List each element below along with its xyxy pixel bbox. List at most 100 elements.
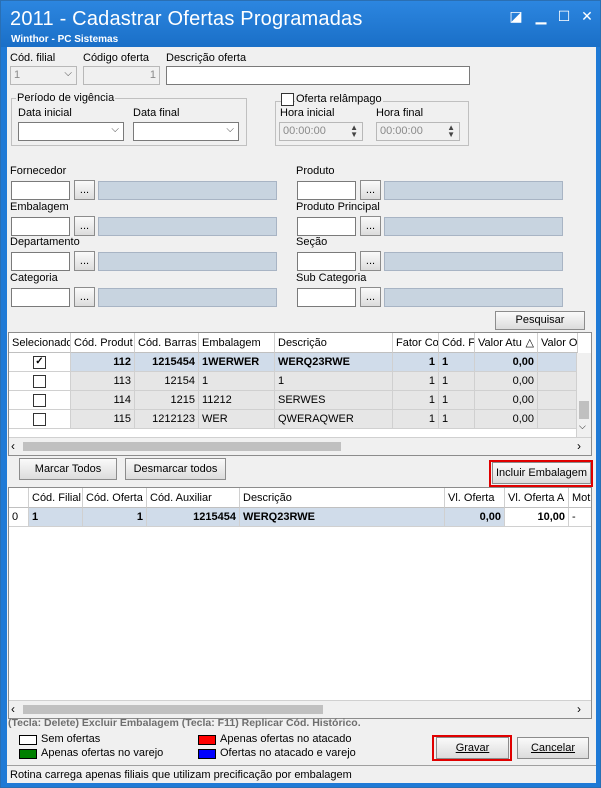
embalagem-code-input[interactable] bbox=[11, 217, 70, 236]
sub-categoria-code-input[interactable] bbox=[297, 288, 356, 307]
produto-browse-button[interactable]: ... bbox=[360, 180, 381, 200]
minimize-icon[interactable]: ▁ bbox=[531, 7, 551, 25]
horizontal-scrollbar[interactable]: ‹ › bbox=[9, 437, 591, 455]
row-select-checkbox[interactable] bbox=[33, 394, 46, 407]
cell-valor-oferta bbox=[538, 391, 578, 410]
cell-embalagem: 1 bbox=[199, 372, 275, 391]
chevron-down-icon: ⌵ bbox=[226, 124, 234, 135]
main-window: 2011 - Cadastrar Ofertas Programadas Win… bbox=[0, 0, 601, 788]
fornecedor-label: Fornecedor bbox=[10, 165, 67, 177]
col-header[interactable]: Embalagem bbox=[199, 333, 275, 353]
secao-browse-button[interactable]: ... bbox=[360, 251, 381, 271]
cell-valor-oferta bbox=[538, 372, 578, 391]
produto-description bbox=[384, 181, 563, 200]
marcar-todos-button[interactable]: Marcar Todos bbox=[19, 458, 117, 480]
produto-code-input[interactable] bbox=[297, 181, 356, 200]
data-inicial-picker[interactable]: ⌵ bbox=[18, 122, 124, 141]
categoria-code-input[interactable] bbox=[11, 288, 70, 307]
desmarcar-todos-button[interactable]: Desmarcar todos bbox=[125, 458, 226, 480]
maximize-icon[interactable]: ☐ bbox=[554, 7, 574, 25]
hora-final-value: 00:00:00 bbox=[380, 125, 423, 137]
col-header[interactable]: Fator Co bbox=[393, 333, 439, 353]
close-icon[interactable]: ✕ bbox=[577, 7, 597, 25]
cod-filial-select[interactable]: 1 ⌵ bbox=[10, 66, 77, 85]
pesquisar-button[interactable]: Pesquisar bbox=[495, 311, 585, 330]
secao-code-input[interactable] bbox=[297, 252, 356, 271]
cell-fator: 1 bbox=[393, 353, 439, 372]
col-header[interactable]: Descrição bbox=[240, 488, 445, 508]
row-select-checkbox[interactable]: ✓ bbox=[33, 356, 46, 369]
cell-vl-oferta-atacado: 10,00 bbox=[505, 508, 569, 527]
cell-valor-oferta bbox=[538, 353, 578, 372]
window-subtitle: Winthor - PC Sistemas bbox=[11, 34, 119, 45]
cell-cod-f: 1 bbox=[439, 372, 475, 391]
col-header[interactable]: Cód. Filial bbox=[29, 488, 83, 508]
col-header[interactable]: Cód. Produt bbox=[71, 333, 135, 353]
cell-descricao: SERWES bbox=[275, 391, 393, 410]
col-header[interactable]: Vl. Oferta bbox=[445, 488, 505, 508]
restore-icon[interactable]: ◪ bbox=[506, 7, 526, 25]
legend-label: Sem ofertas bbox=[41, 733, 101, 745]
vertical-scroll-thumb[interactable] bbox=[579, 401, 589, 419]
produto-principal-code-input[interactable] bbox=[297, 217, 356, 236]
row-index: 0 bbox=[9, 508, 29, 527]
produto-principal-browse-button[interactable]: ... bbox=[360, 216, 381, 236]
sub-categoria-browse-button[interactable]: ... bbox=[360, 287, 381, 307]
departamento-code-input[interactable] bbox=[11, 252, 70, 271]
oferta-relampago-checkbox[interactable] bbox=[281, 93, 294, 106]
cancelar-button[interactable]: Cancelar bbox=[517, 737, 589, 759]
col-header[interactable]: Cód. Auxiliar bbox=[147, 488, 240, 508]
cell-valor-atual: 0,00 bbox=[475, 353, 538, 372]
categoria-description bbox=[98, 288, 277, 307]
col-header[interactable]: Cód. Oferta bbox=[83, 488, 147, 508]
row-select-checkbox[interactable] bbox=[33, 413, 46, 426]
hora-final-input[interactable]: 00:00:00 ▲ ▼ bbox=[376, 122, 460, 141]
fornecedor-browse-button[interactable]: ... bbox=[74, 180, 95, 200]
chevron-down-icon[interactable]: ⌵ bbox=[579, 421, 586, 432]
departamento-description bbox=[98, 252, 277, 271]
chevron-down-icon: ⌵ bbox=[111, 124, 119, 135]
embalagem-browse-button[interactable]: ... bbox=[74, 216, 95, 236]
col-header[interactable]: Selecionado bbox=[9, 333, 71, 353]
col-header[interactable]: Motiv bbox=[569, 488, 591, 508]
col-header[interactable]: Vl. Oferta A bbox=[505, 488, 569, 508]
cell-cod-barras: 1215 bbox=[135, 391, 199, 410]
col-header[interactable]: Descrição bbox=[275, 333, 393, 353]
produto-label: Produto bbox=[296, 165, 335, 177]
categoria-browse-button[interactable]: ... bbox=[74, 287, 95, 307]
vertical-scrollbar[interactable]: ⌵ bbox=[576, 353, 591, 437]
cell-cod-produto: 115 bbox=[71, 410, 135, 429]
legend-swatch-varejo bbox=[19, 749, 37, 759]
oferta-relampago-label: Oferta relâmpago bbox=[295, 93, 383, 105]
status-bar: Rotina carrega apenas filiais que utiliz… bbox=[7, 765, 596, 783]
row-select-checkbox[interactable] bbox=[33, 375, 46, 388]
chevron-right-icon[interactable]: › bbox=[577, 702, 581, 716]
chevron-left-icon[interactable]: ‹ bbox=[11, 702, 15, 716]
cell-valor-atual: 0,00 bbox=[475, 410, 538, 429]
col-header[interactable]: Valor O bbox=[538, 333, 578, 353]
data-final-picker[interactable]: ⌵ bbox=[133, 122, 239, 141]
legend-label: Ofertas no atacado e varejo bbox=[220, 747, 356, 759]
departamento-browse-button[interactable]: ... bbox=[74, 251, 95, 271]
cell-fator: 1 bbox=[393, 410, 439, 429]
codigo-oferta-input[interactable]: 1 bbox=[83, 66, 160, 85]
horizontal-scrollbar[interactable]: ‹ › bbox=[9, 700, 591, 718]
col-header[interactable]: Cód. Barras bbox=[135, 333, 199, 353]
col-header[interactable]: Cód. F bbox=[439, 333, 475, 353]
cod-filial-label: Cód. filial bbox=[10, 52, 56, 64]
sub-categoria-description bbox=[384, 288, 563, 307]
horizontal-scroll-thumb[interactable] bbox=[23, 442, 341, 451]
periodo-vigencia-label: Período de vigência bbox=[16, 92, 116, 104]
col-header[interactable]: Valor Atu △ bbox=[475, 333, 538, 353]
data-final-label: Data final bbox=[133, 107, 180, 119]
cell-descricao: QWERAQWER bbox=[275, 410, 393, 429]
title-bar[interactable]: 2011 - Cadastrar Ofertas Programadas Win… bbox=[1, 1, 600, 47]
sub-categoria-label: Sub Categoria bbox=[296, 272, 367, 284]
chevron-left-icon[interactable]: ‹ bbox=[11, 439, 15, 453]
chevron-right-icon[interactable]: › bbox=[577, 439, 581, 453]
descricao-oferta-input[interactable] bbox=[166, 66, 470, 85]
highlight-box bbox=[489, 460, 593, 487]
fornecedor-code-input[interactable] bbox=[11, 181, 70, 200]
horizontal-scroll-thumb[interactable] bbox=[23, 705, 323, 714]
hora-inicial-input[interactable]: 00:00:00 ▲ ▼ bbox=[279, 122, 363, 141]
